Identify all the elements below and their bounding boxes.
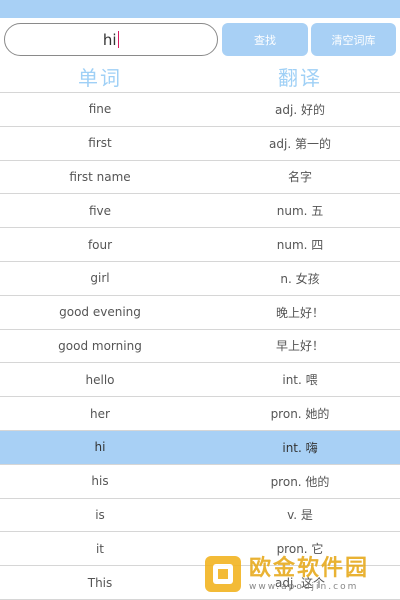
translation-cell: int. 喂 [282,373,318,388]
word-cell: first name [69,169,131,184]
translation-cell: num. 五 [276,204,324,219]
watermark-url: www.apoujin.com [249,582,359,592]
column-header-word: 单词 [78,66,122,90]
search-button[interactable]: 查找 [222,23,308,56]
translation-cell: v. 是 [287,508,313,523]
translation-cell: 名字 [287,170,312,185]
word-cell: her [90,406,110,421]
watermark-logo-icon [205,556,241,592]
word-list: fine adj. 好的 first adj. 第一的 first name 名字 five… [0,92,400,600]
word-cell: good morning [58,338,142,353]
word-row[interactable]: first name 名字 [0,161,400,195]
word-cell: it [95,541,105,556]
translation-cell: adj. 第一的 [269,136,331,151]
word-row[interactable]: her pron. 她的 [0,397,400,431]
list-header: 单词 翻译 [0,60,400,93]
translation-cell: num. 四 [276,238,324,253]
column-header-translation: 翻译 [278,66,322,90]
word-row[interactable]: girl n. 女孩 [0,262,400,296]
word-cell: is [95,507,105,522]
translation-cell: int. 嗨 [282,440,318,455]
word-row[interactable]: good evening 晚上好！ [0,296,400,330]
word-cell: first [88,136,112,151]
search-bar: hi 查找 清空词库 [0,18,400,60]
word-cell: girl [90,271,110,286]
search-input[interactable]: hi [4,23,218,56]
word-cell: four [87,237,113,252]
translation-cell: pron. 他的 [270,474,330,489]
search-input-value: hi [102,30,117,49]
word-cell: hello [85,372,115,387]
word-cell: five [88,203,112,218]
clear-dictionary-button[interactable]: 清空词库 [311,23,396,56]
translation-cell: adj. 好的 [275,102,325,117]
word-row[interactable]: four num. 四 [0,228,400,262]
word-row[interactable]: fine adj. 好的 [0,93,400,127]
translation-cell: 晚上好！ [275,305,324,320]
watermark-name: 欧金软件园 [249,556,370,581]
word-row[interactable]: is v. 是 [0,499,400,533]
text-caret [117,31,120,48]
word-row[interactable]: good morning 早上好！ [0,330,400,364]
status-bar [0,0,400,18]
word-cell: his [91,474,109,489]
watermark: 欧金软件园 www.apoujin.com [203,549,395,599]
translation-cell: n. 女孩 [280,271,320,286]
translation-cell: 早上好！ [275,339,324,354]
word-row[interactable]: first adj. 第一的 [0,127,400,161]
word-cell: fine [88,102,112,117]
word-cell: This [87,575,113,590]
translation-cell: pron. 她的 [270,407,330,422]
word-row[interactable]: five num. 五 [0,194,400,229]
word-cell: hi [94,440,106,455]
word-cell: good evening [59,305,141,320]
word-row[interactable]: hello int. 喂 [0,363,400,398]
word-row[interactable]: his pron. 他的 [0,465,400,499]
word-row[interactable]: hi int. 嗨 [0,430,400,465]
